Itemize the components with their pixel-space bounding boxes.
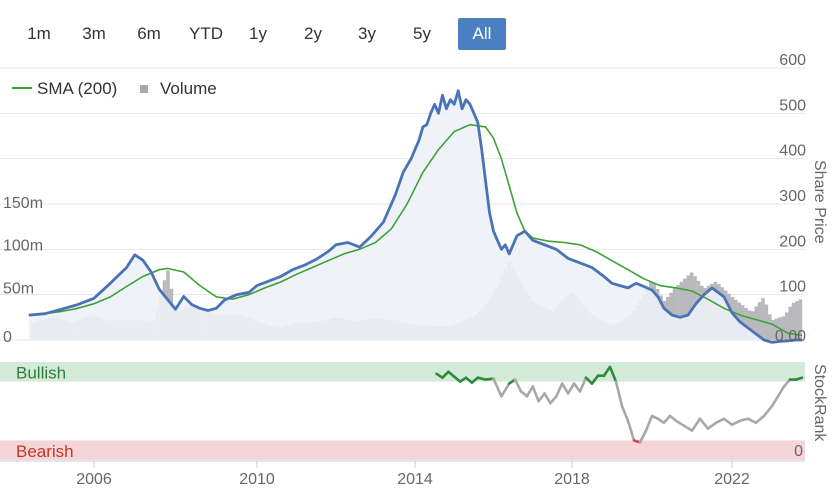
stockrank-segment xyxy=(746,417,758,425)
stockrank-segment xyxy=(698,417,710,430)
price-tick-label: 300 xyxy=(779,188,806,205)
stockrank-segment xyxy=(614,380,624,408)
legend-sma-label[interactable]: SMA (200) xyxy=(37,79,117,98)
stockrank-segment xyxy=(754,414,766,425)
stockrank-segment xyxy=(662,414,672,425)
price-tick-label: 600 xyxy=(779,52,806,69)
price-tick-label: 400 xyxy=(779,143,806,160)
stockrank-segment xyxy=(706,421,718,430)
stockrank-segment xyxy=(566,382,576,395)
price-tick-label: 500 xyxy=(779,97,806,114)
stockrank-segment xyxy=(537,392,546,403)
chart-area: 0.00 100 200 300 400 500 600 0 50m 100m 150m Share… xyxy=(0,52,828,488)
legend-volume-symbol xyxy=(140,85,148,93)
bearish-band xyxy=(0,440,805,460)
x-tick-label: 2018 xyxy=(554,471,590,488)
stockrank-segment xyxy=(794,376,804,381)
x-tick-label: 2022 xyxy=(714,471,750,488)
stockrank-segment xyxy=(776,385,786,398)
stockrank-segment xyxy=(674,419,686,428)
stockrank-axis-title: StockRank xyxy=(811,364,828,442)
x-tick-label: 2014 xyxy=(397,471,433,488)
volume-tick-label: 150m xyxy=(3,195,43,212)
legend-volume-label[interactable]: Volume xyxy=(160,79,217,98)
volume-tick-label: 50m xyxy=(3,280,34,297)
stockrank-zero-tick: 0 xyxy=(794,443,803,460)
bullish-band xyxy=(0,362,805,382)
stockrank-segment xyxy=(714,417,726,425)
price-tick-label: 0.00 xyxy=(775,328,806,345)
stockrank-segment xyxy=(500,382,511,398)
stockrank-segment xyxy=(690,417,702,432)
stockrank-segment xyxy=(770,394,780,408)
stockrank-segment xyxy=(560,382,570,395)
stockrank-segment xyxy=(762,404,774,418)
stockrank-segment xyxy=(626,419,636,442)
stockrank-panel: Bullish Bearish 0 StockRank xyxy=(0,362,828,461)
volume-tick-label: 100m xyxy=(3,238,43,255)
stockrank-segment xyxy=(730,419,742,427)
share-price-axis-title: Share Price xyxy=(811,160,828,244)
x-axis: 2006 2010 2014 2018 2022 xyxy=(0,460,805,488)
x-tick-label: 2006 xyxy=(76,471,112,488)
stockrank-segment xyxy=(543,392,552,405)
x-tick-label: 2010 xyxy=(239,471,275,488)
stockrank-segment xyxy=(525,385,535,398)
price-tick-label: 200 xyxy=(779,233,806,250)
legend: SMA (200) Volume xyxy=(12,79,217,98)
bearish-label: Bearish xyxy=(16,442,74,461)
volume-bar xyxy=(761,298,765,340)
price-tick-label: 100 xyxy=(779,279,806,296)
stockrank-segment xyxy=(644,414,654,432)
stockrank-segment xyxy=(682,424,694,432)
bullish-label: Bullish xyxy=(16,364,66,383)
stockrank-segment xyxy=(620,404,630,423)
volume-bar xyxy=(768,314,772,340)
stockrank-segment xyxy=(554,382,564,398)
volume-tick-label: 0 xyxy=(3,329,12,346)
stockrank-segment xyxy=(722,417,734,427)
stockrank-segment xyxy=(549,394,558,405)
stockrank-segment xyxy=(531,385,540,403)
